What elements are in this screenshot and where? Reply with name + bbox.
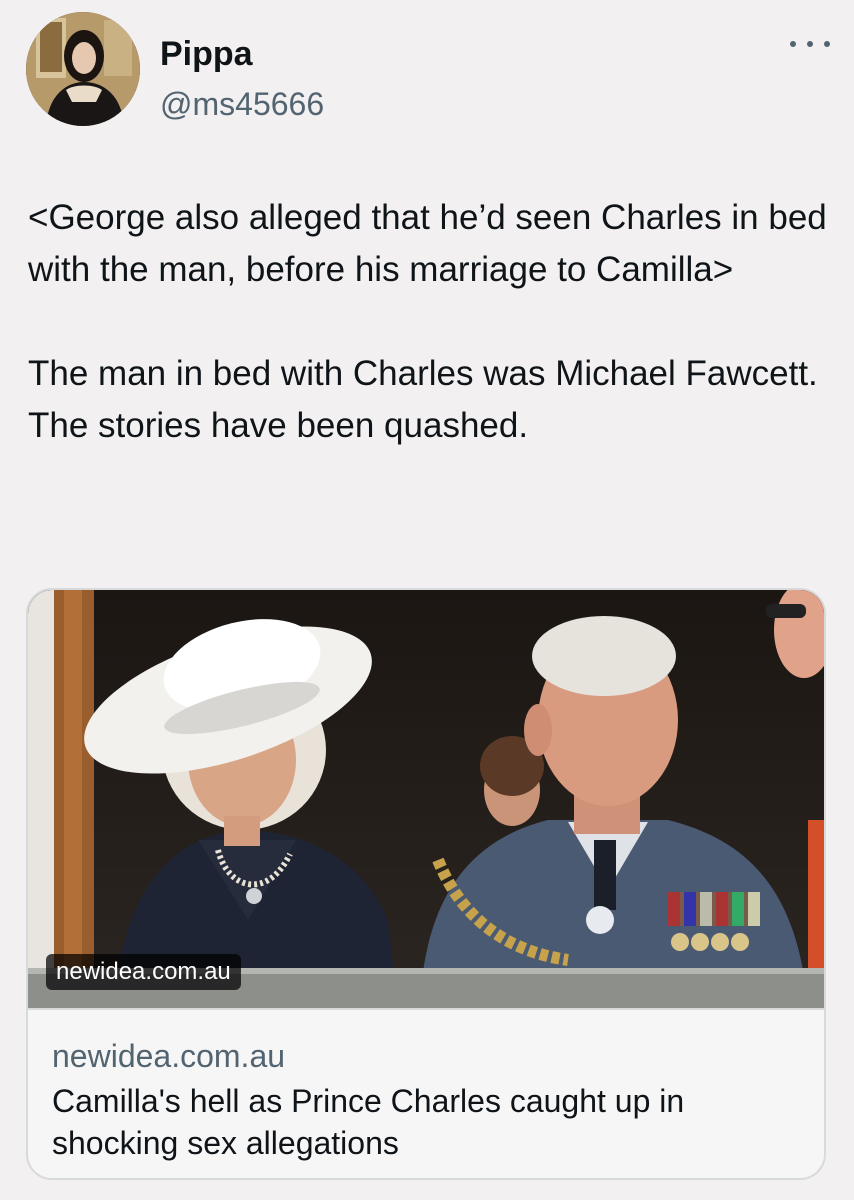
display-name[interactable]: Pippa bbox=[160, 34, 253, 74]
tweet-paragraph-1: <George also alleged that he’d seen Char… bbox=[28, 198, 827, 289]
user-handle[interactable]: @ms45666 bbox=[160, 84, 324, 124]
tweet: Pippa @ms45666 <George also alleged that… bbox=[0, 0, 854, 1200]
card-title[interactable]: Camilla's hell as Prince Charles caught … bbox=[52, 1080, 792, 1164]
more-options-icon[interactable] bbox=[790, 34, 830, 54]
more-dot bbox=[790, 41, 796, 47]
image-domain-badge: newidea.com.au bbox=[46, 954, 241, 990]
more-dot bbox=[824, 41, 830, 47]
tweet-paragraph-2: The man in bed with Charles was Michael … bbox=[28, 354, 818, 445]
link-card[interactable]: newidea.com.au newidea.com.au Camilla's … bbox=[26, 588, 826, 1180]
card-image[interactable]: newidea.com.au bbox=[28, 590, 824, 1008]
avatar-photo-icon bbox=[26, 12, 140, 126]
more-dot bbox=[807, 41, 813, 47]
card-footer[interactable]: newidea.com.au Camilla's hell as Prince … bbox=[28, 1008, 824, 1178]
card-domain: newidea.com.au bbox=[52, 1038, 286, 1074]
news-photo bbox=[28, 590, 824, 1008]
avatar[interactable] bbox=[26, 12, 140, 126]
tweet-text: <George also alleged that he’d seen Char… bbox=[28, 192, 838, 452]
tweet-header: Pippa @ms45666 bbox=[26, 12, 834, 130]
